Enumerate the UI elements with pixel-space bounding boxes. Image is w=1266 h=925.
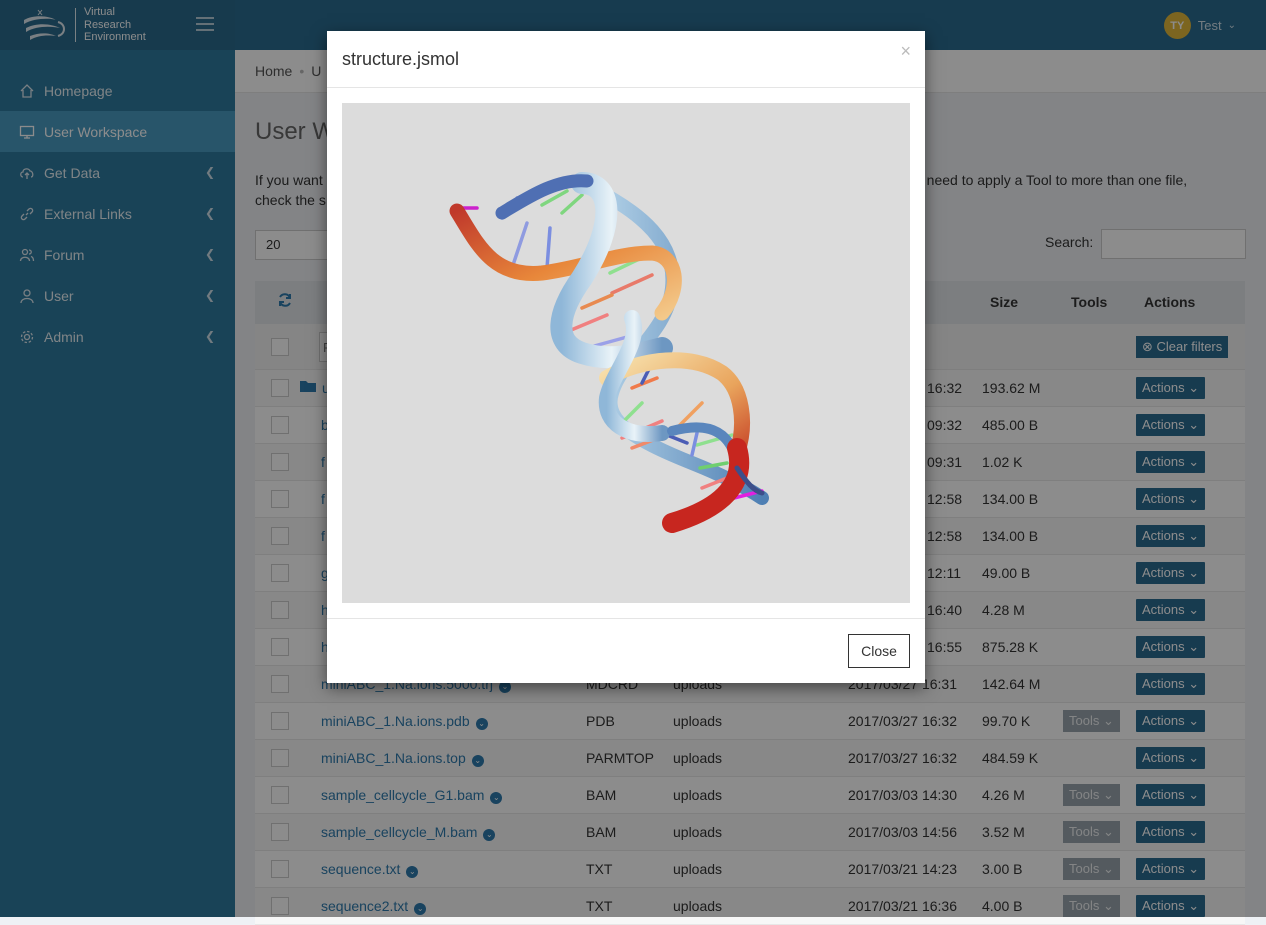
- close-button[interactable]: Close: [848, 634, 910, 668]
- molecule-viewer[interactable]: [342, 103, 910, 603]
- jsmol-modal: structure.jsmol × Close: [327, 31, 925, 683]
- close-icon[interactable]: ×: [900, 41, 911, 62]
- dna-helix-render: [449, 172, 769, 533]
- modal-footer: Close: [327, 618, 925, 683]
- modal-title: structure.jsmol: [342, 49, 460, 69]
- modal-header: structure.jsmol ×: [327, 31, 925, 88]
